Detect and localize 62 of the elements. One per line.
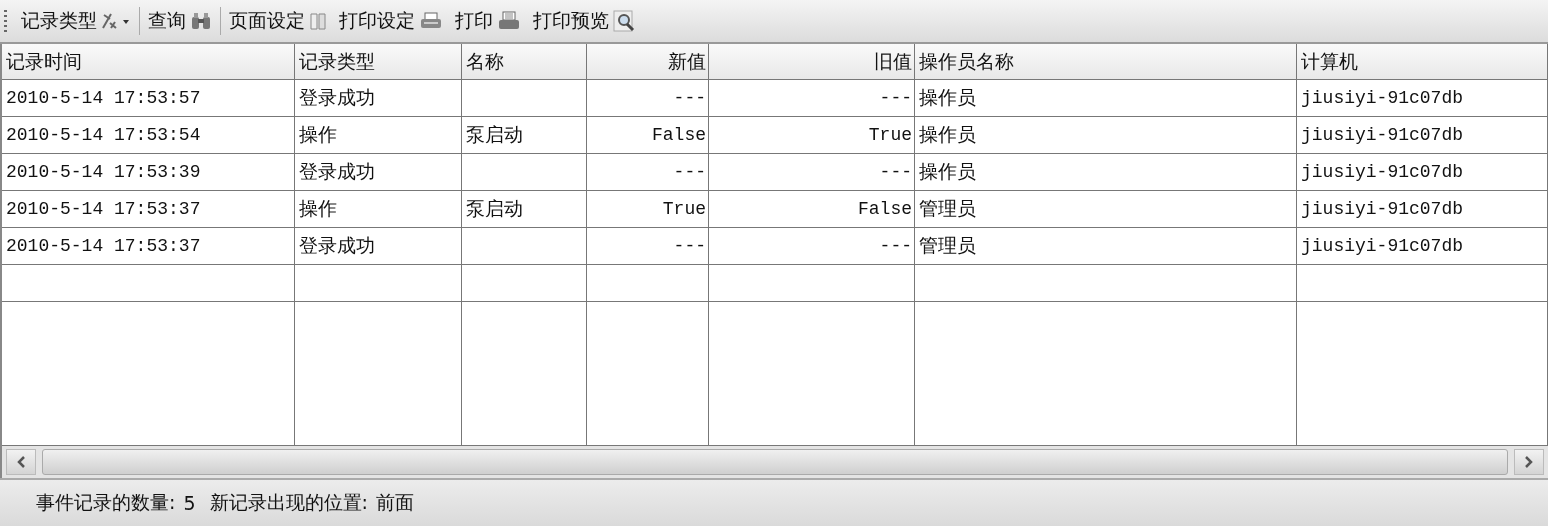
table-cell: True [709,117,915,154]
table-cell: 2010-5-14 17:53:37 [2,228,295,265]
table-cell: jiusiyi-91c07db [1297,80,1548,117]
toolbar-button[interactable]: 查询 [142,8,218,34]
horizontal-scrollbar[interactable] [0,446,1548,478]
table-cell: True [587,191,709,228]
scrollbar-thumb[interactable] [42,449,1508,475]
column-header[interactable]: 记录类型 [295,44,462,80]
status-label: 新记录出现的位置: [209,490,368,515]
status-label: 事件记录的数量: [36,490,176,515]
column-header[interactable]: 新值 [587,44,709,80]
grip-icon [4,10,7,32]
magnifier-icon [613,10,637,32]
column-header[interactable]: 旧值 [709,44,915,80]
toolbar-button[interactable]: 记录类型 [15,8,137,34]
column-header[interactable]: 名称 [462,44,587,80]
table-cell: 2010-5-14 17:53:54 [2,117,295,154]
table-cell: 操作员 [915,154,1297,191]
chevron-left-icon [16,455,26,469]
table-cell: jiusiyi-91c07db [1297,154,1548,191]
status-value: 5 [183,492,196,514]
table-cell: False [709,191,915,228]
table-cell: 管理员 [915,228,1297,265]
table-cell: 管理员 [915,191,1297,228]
table-cell: jiusiyi-91c07db [1297,228,1548,265]
filter-dropdown-icon [101,11,131,31]
table-cell: --- [709,80,915,117]
table-cell: 2010-5-14 17:53:39 [2,154,295,191]
toolbar-button[interactable]: 打印预览 [527,8,643,34]
table-cell: --- [587,80,709,117]
table-cell: 登录成功 [295,154,462,191]
table-cell: 操作 [295,117,462,154]
table-cell: 登录成功 [295,228,462,265]
column-header[interactable]: 记录时间 [2,44,295,80]
table-cell: --- [709,154,915,191]
scroll-left-button[interactable] [6,449,36,475]
toolbar-button[interactable]: 页面设定 [223,8,333,34]
column-header[interactable]: 操作员名称 [915,44,1297,80]
binoculars-icon [190,11,212,31]
table-cell: --- [709,228,915,265]
table-cell: 泵启动 [462,191,587,228]
table-cell: 操作员 [915,80,1297,117]
printer-icon [419,11,443,31]
column-header[interactable]: 计算机 [1297,44,1548,80]
table-cell: --- [587,154,709,191]
page-icon [309,11,327,31]
scroll-right-button[interactable] [1514,449,1544,475]
table-cell: jiusiyi-91c07db [1297,191,1548,228]
table-cell: 2010-5-14 17:53:57 [2,80,295,117]
printer-icon [497,11,521,31]
chevron-right-icon [1524,455,1534,469]
table-cell: 操作员 [915,117,1297,154]
table-cell: False [587,117,709,154]
table-cell: 泵启动 [462,117,587,154]
table-cell: jiusiyi-91c07db [1297,117,1548,154]
table-cell: 2010-5-14 17:53:37 [2,191,295,228]
table-cell: 操作 [295,191,462,228]
status-value: 前面 [375,490,414,515]
toolbar-button[interactable]: 打印设定 [333,8,449,34]
table-cell: 登录成功 [295,80,462,117]
toolbar-button[interactable]: 打印 [449,8,527,34]
table-cell: --- [587,228,709,265]
